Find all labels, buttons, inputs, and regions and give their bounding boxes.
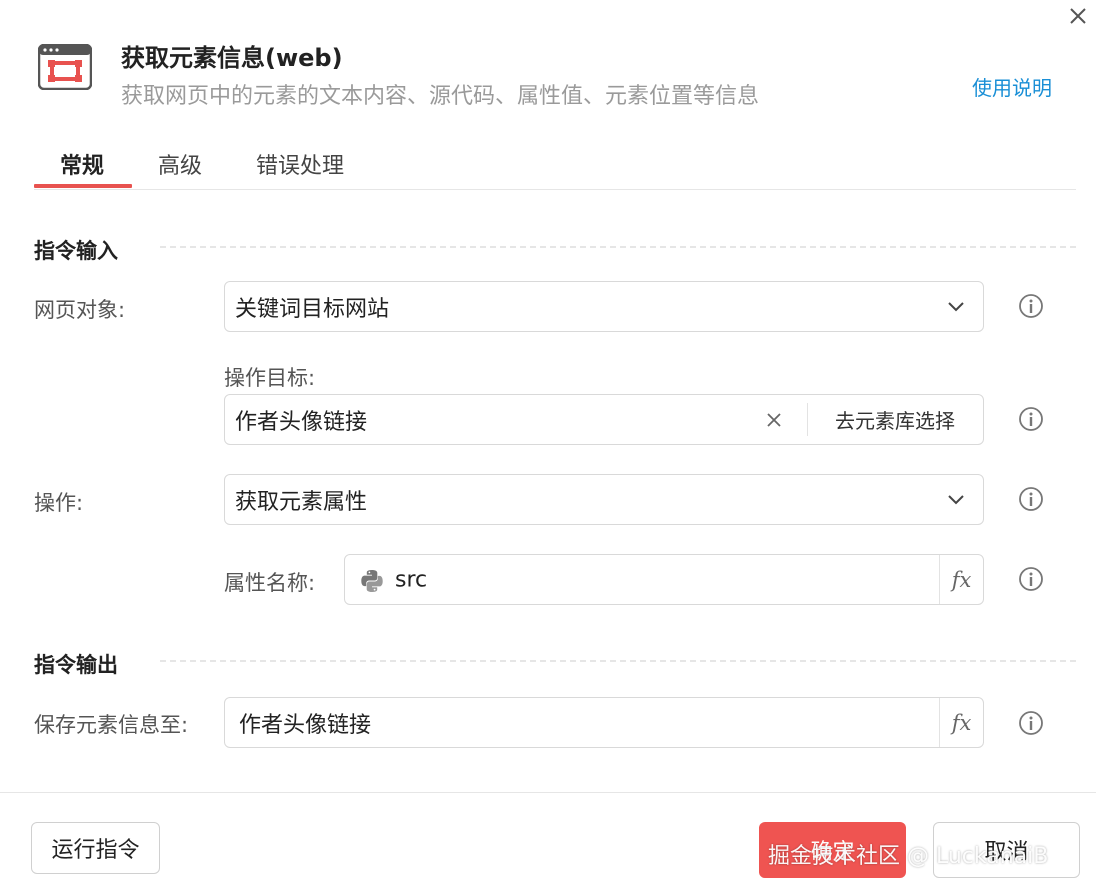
fx-button[interactable]: fx xyxy=(939,698,983,747)
section-title-input: 指令输入 xyxy=(34,239,118,263)
tab-error-handling[interactable]: 错误处理 xyxy=(256,148,344,180)
section-divider xyxy=(160,246,1076,248)
attr-name-input[interactable]: src fx xyxy=(344,554,984,605)
attr-name-label: 属性名称: xyxy=(224,571,316,595)
fx-button[interactable]: fx xyxy=(939,555,983,604)
save-to-label: 保存元素信息至: xyxy=(34,713,189,737)
python-icon xyxy=(361,570,383,592)
help-link[interactable]: 使用说明 xyxy=(972,72,1052,101)
info-icon[interactable] xyxy=(1018,293,1044,319)
save-to-input[interactable]: 作者头像链接 fx xyxy=(224,697,984,748)
web-object-value: 关键词目标网站 xyxy=(235,296,390,322)
info-icon[interactable] xyxy=(1018,566,1044,592)
operation-select[interactable]: 获取元素属性 xyxy=(224,474,984,525)
section-title-output: 指令输出 xyxy=(34,653,118,677)
dialog-title: 获取元素信息(web) xyxy=(121,44,343,72)
tab-advanced[interactable]: 高级 xyxy=(158,148,202,180)
target-label: 操作目标: xyxy=(224,366,316,390)
footer-divider xyxy=(0,792,1096,793)
cancel-button[interactable]: 取消 xyxy=(933,822,1080,878)
confirm-button[interactable]: 确定 xyxy=(759,822,906,878)
info-icon[interactable] xyxy=(1018,486,1044,512)
element-library-button[interactable]: 去元素库选择 xyxy=(807,395,983,444)
operation-value: 获取元素属性 xyxy=(235,489,368,515)
close-dialog-button[interactable] xyxy=(1062,0,1094,32)
target-value: 作者头像链接 xyxy=(235,409,368,435)
web-object-label: 网页对象: xyxy=(34,298,126,322)
chevron-down-icon xyxy=(948,494,964,504)
info-icon[interactable] xyxy=(1018,406,1044,432)
web-object-select[interactable]: 关键词目标网站 xyxy=(224,281,984,332)
tab-bar: 常规 高级 错误处理 xyxy=(34,140,1076,190)
info-icon[interactable] xyxy=(1018,710,1044,736)
operation-label: 操作: xyxy=(34,491,84,515)
run-command-button[interactable]: 运行指令 xyxy=(31,822,160,874)
clear-icon[interactable] xyxy=(765,411,783,429)
tab-general[interactable]: 常规 xyxy=(60,148,104,180)
active-tab-indicator xyxy=(34,184,132,188)
dialog-subtitle: 获取网页中的元素的文本内容、源代码、属性值、元素位置等信息 xyxy=(121,84,760,109)
save-to-value: 作者头像链接 xyxy=(239,712,372,738)
section-divider xyxy=(160,660,1076,662)
web-element-icon xyxy=(38,44,92,90)
attr-name-value: src xyxy=(395,567,428,592)
chevron-down-icon xyxy=(948,301,964,311)
target-field[interactable]: 作者头像链接 去元素库选择 xyxy=(224,394,984,445)
close-icon xyxy=(1070,8,1086,24)
